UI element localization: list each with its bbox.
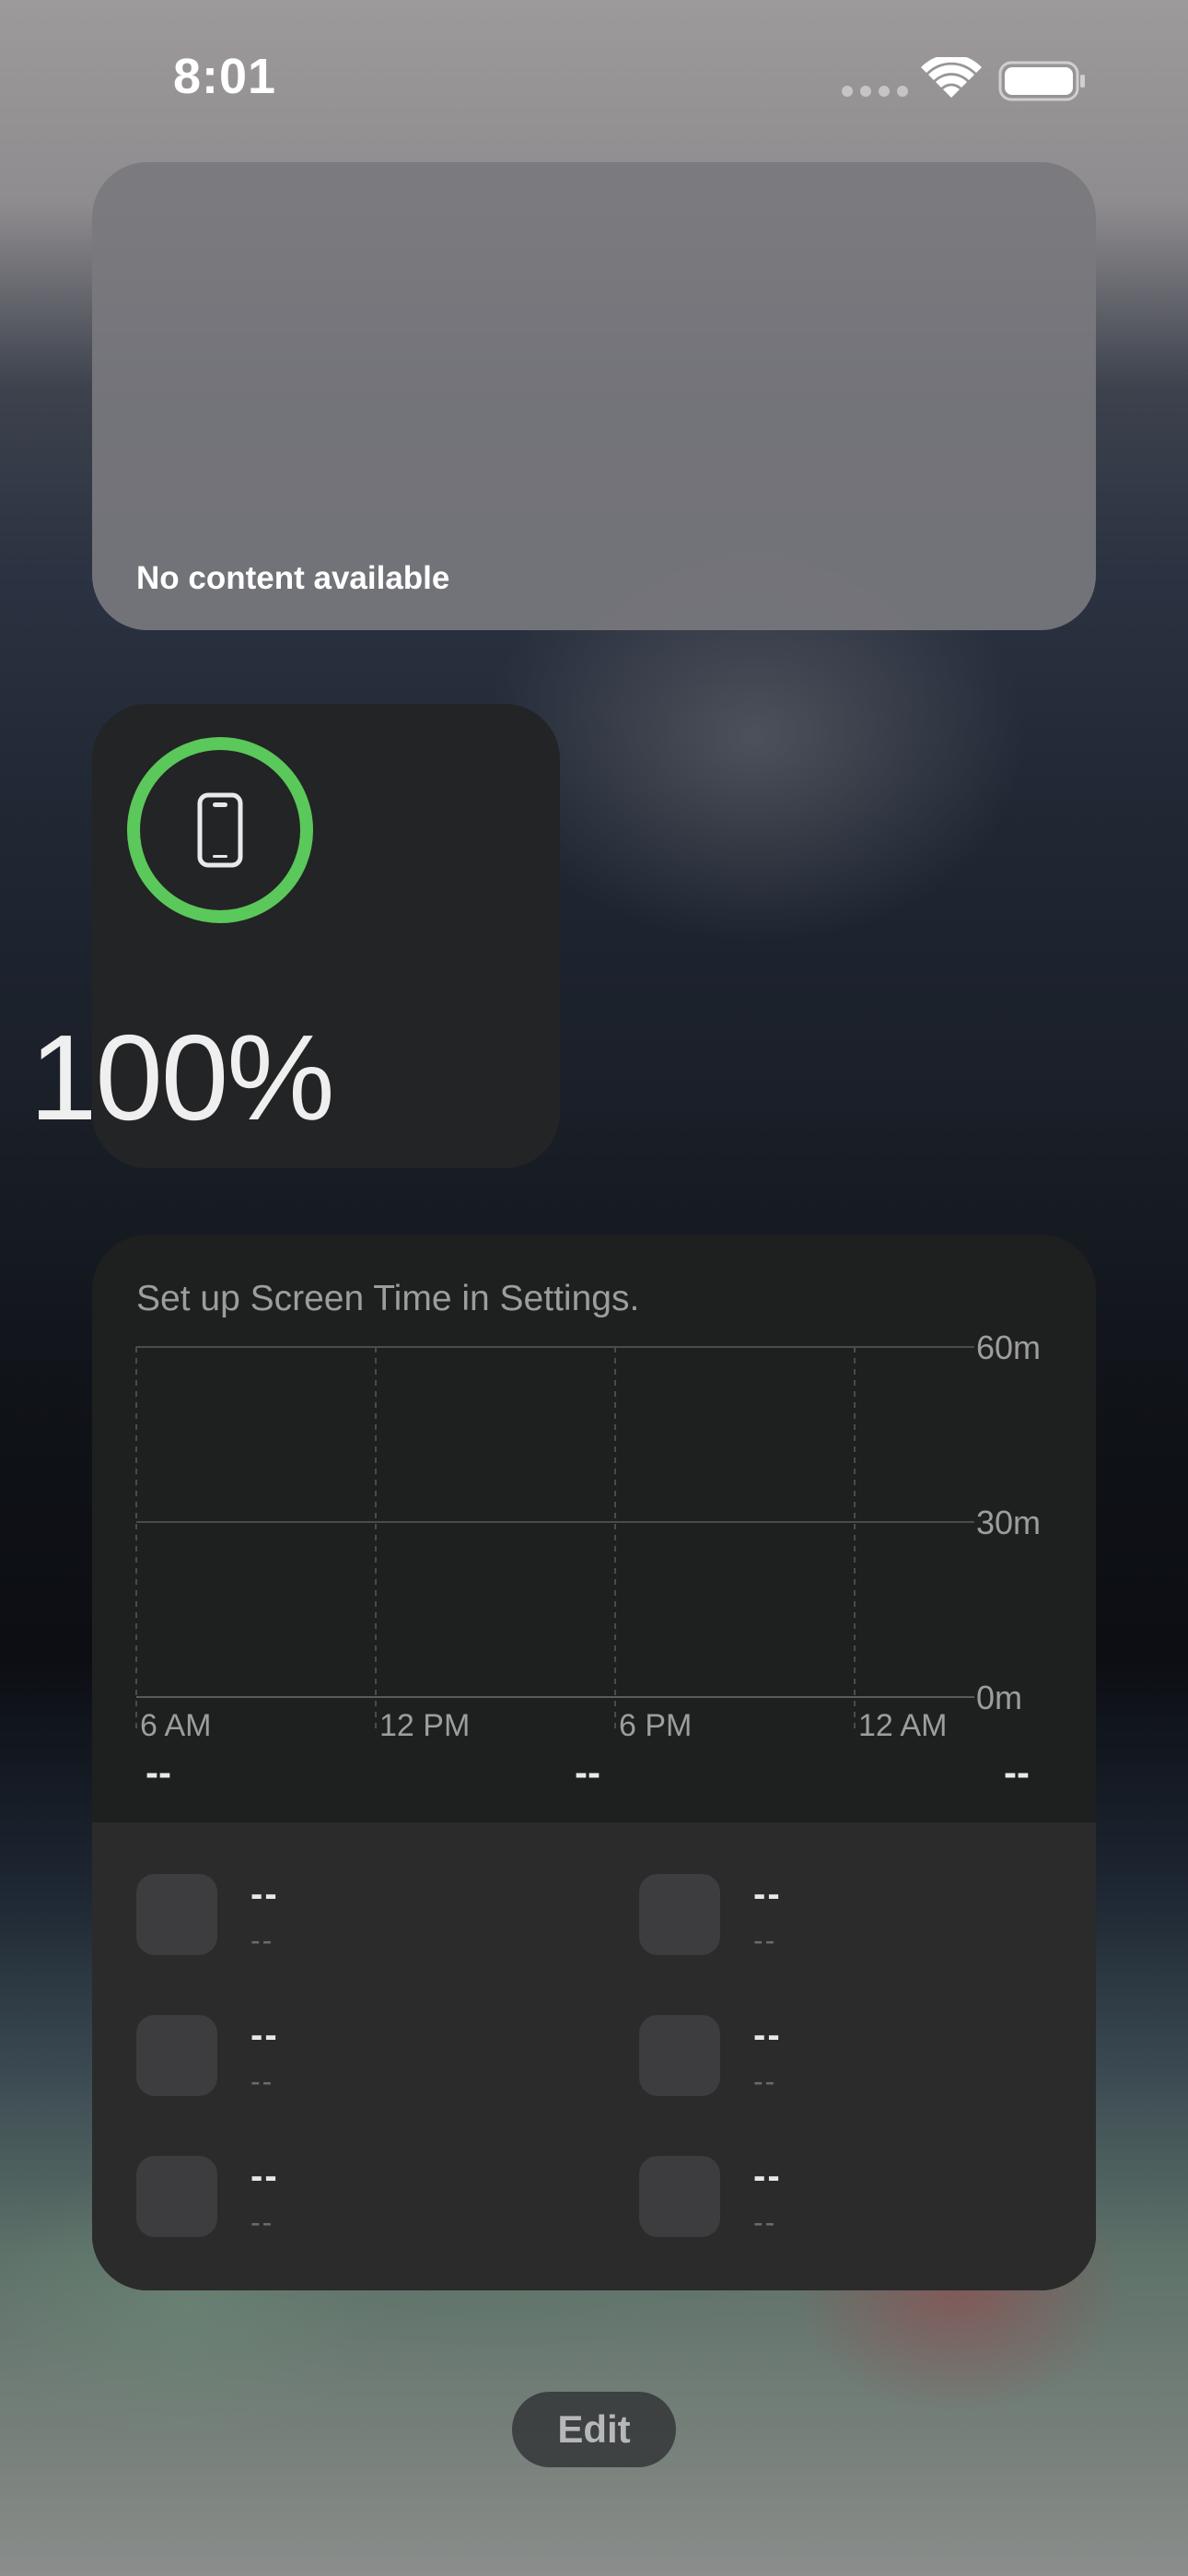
app-usage-item[interactable]: -- -- — [136, 1874, 597, 1985]
signal-dots-icon — [842, 86, 908, 97]
app-time: -- — [250, 2065, 274, 2098]
edit-button[interactable]: Edit — [512, 2392, 676, 2467]
app-time: -- — [753, 2065, 777, 2098]
y-tick-0m: 0m — [976, 1679, 1022, 1716]
app-name: -- — [753, 1874, 782, 1914]
app-icon-placeholder — [136, 2156, 217, 2237]
screen-time-totals: -- -- -- — [92, 1751, 1096, 1806]
app-time: -- — [753, 1924, 777, 1957]
app-icon-placeholder — [639, 2156, 720, 2237]
wifi-icon — [921, 57, 982, 98]
app-time: -- — [753, 2206, 777, 2239]
x-tick-6pm: 6 PM — [619, 1708, 692, 1743]
app-name: -- — [250, 1874, 279, 1914]
y-tick-30m: 30m — [976, 1504, 1041, 1541]
y-tick-60m: 60m — [976, 1329, 1041, 1366]
x-tick-12am: 12 AM — [858, 1708, 947, 1743]
app-icon-placeholder — [136, 1874, 217, 1955]
battery-ring — [127, 737, 313, 923]
iphone-icon — [197, 792, 243, 868]
app-name: -- — [753, 2015, 782, 2055]
app-time: -- — [250, 1924, 274, 1957]
app-time: -- — [250, 2206, 274, 2239]
app-name: -- — [250, 2156, 279, 2196]
total-value: -- — [1004, 1751, 1030, 1794]
app-name: -- — [250, 2015, 279, 2055]
app-usage-item[interactable]: -- -- — [639, 1874, 1096, 1985]
x-tick-6am: 6 AM — [140, 1708, 211, 1743]
app-usage-item[interactable]: -- -- — [136, 2015, 597, 2125]
app-name: -- — [753, 2156, 782, 2196]
app-usage-item[interactable]: -- -- — [639, 2015, 1096, 2125]
status-time: 8:01 — [173, 49, 277, 104]
app-icon-placeholder — [639, 1874, 720, 1955]
app-usage-item[interactable]: -- -- — [639, 2156, 1096, 2266]
total-value: -- — [146, 1751, 171, 1794]
app-usage-grid: -- -- -- -- -- -- -- -- -- -- -- -- — [92, 1822, 1096, 2290]
screen-time-chart: 60m 30m 0m 6 AM 12 PM 6 PM 12 AM — [135, 1329, 1041, 1743]
empty-widget[interactable]: No content available — [92, 162, 1096, 630]
x-tick-12pm: 12 PM — [379, 1708, 470, 1743]
app-icon-placeholder — [639, 2015, 720, 2096]
app-usage-item[interactable]: -- -- — [136, 2156, 597, 2266]
app-icon-placeholder — [136, 2015, 217, 2096]
chart-gridlines — [135, 1346, 974, 1732]
screen-time-widget[interactable]: Set up Screen Time in Settings. 60m 30m … — [92, 1235, 1096, 2290]
no-content-label: No content available — [136, 560, 450, 596]
total-value: -- — [575, 1751, 600, 1794]
status-bar: 8:01 — [0, 0, 1188, 157]
battery-percent: 100% — [29, 1010, 335, 1145]
battery-icon — [998, 61, 1085, 101]
